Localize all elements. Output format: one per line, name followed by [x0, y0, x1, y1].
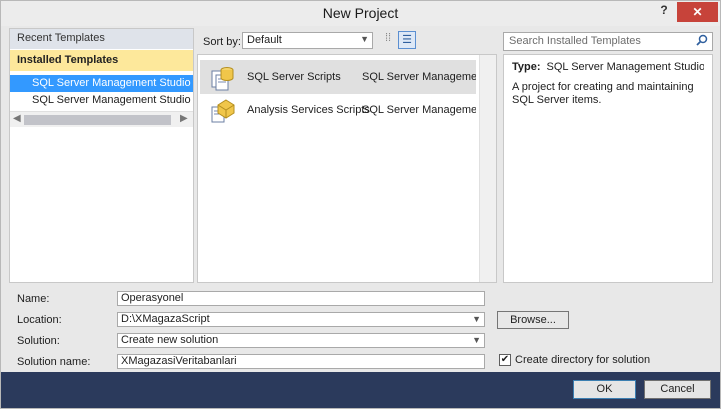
template-language: SQL Server Management Studio Projects [362, 104, 476, 116]
sql-scripts-icon [208, 64, 236, 92]
cancel-button[interactable]: Cancel [644, 380, 711, 399]
chevron-down-icon: ▼ [472, 335, 481, 345]
window-title: New Project [322, 5, 399, 21]
close-button[interactable]: ✕ [677, 2, 718, 22]
template-sql-server-scripts[interactable]: SQL Server Scripts SQL Server Management… [200, 60, 476, 94]
help-button[interactable]: ? [656, 3, 672, 21]
template-analysis-services-scripts[interactable]: Analysis Services Scripts SQL Server Man… [200, 93, 476, 127]
dialog-footer: OK Cancel [1, 372, 720, 408]
close-icon: ✕ [692, 5, 703, 19]
title-bar: New Project ? ✕ [1, 1, 720, 26]
type-label: Type: [512, 61, 541, 73]
solution-select[interactable]: Create new solution ▼ [117, 333, 485, 348]
template-language: SQL Server Management Studio Projects [362, 71, 476, 83]
location-label: Location: [17, 314, 62, 326]
name-value: Operasyonel [121, 292, 184, 304]
small-icons-view-icon[interactable]: ⁞⁞ [381, 32, 395, 48]
template-description: A project for creating and maintaining S… [512, 81, 694, 106]
tree-item-ssms-projects[interactable]: SQL Server Management Studio Projects [10, 75, 193, 92]
type-line: Type: SQL Server Management Studio Projec… [512, 61, 704, 73]
chevron-down-icon[interactable]: ▼ [472, 313, 481, 326]
browse-button[interactable]: Browse... [497, 311, 569, 329]
vertical-scrollbar[interactable] [479, 55, 496, 282]
scroll-left-icon[interactable]: ◀ [13, 113, 23, 124]
installed-templates-header[interactable]: Installed Templates [10, 50, 193, 71]
horizontal-scrollbar[interactable]: ◀ ▶ [10, 111, 193, 127]
template-tree: SQL Server Management Studio Projects SQ… [10, 75, 193, 109]
solution-value: Create new solution [121, 334, 219, 346]
scroll-right-icon[interactable]: ▶ [180, 113, 190, 124]
new-project-dialog: New Project ? ✕ Recent Templates Install… [0, 0, 721, 409]
recent-templates-header[interactable]: Recent Templates [10, 29, 193, 49]
template-name: Analysis Services Scripts [247, 104, 370, 116]
search-icon[interactable] [696, 34, 708, 49]
search-placeholder: Search Installed Templates [509, 35, 641, 47]
type-value: SQL Server Management Studio Projects [546, 61, 704, 73]
create-directory-checkbox[interactable]: ✔ [499, 354, 511, 366]
create-directory-label[interactable]: Create directory for solution [515, 354, 650, 366]
scroll-thumb[interactable] [24, 115, 171, 125]
search-input[interactable]: Search Installed Templates [503, 32, 713, 51]
solution-label: Solution: [17, 335, 60, 347]
sort-by-value: Default [247, 34, 282, 46]
solution-name-field[interactable]: XMagazasiVeritabanlari [117, 354, 485, 369]
checkmark-icon: ✔ [500, 354, 510, 365]
list-view-icon[interactable]: ☰ [398, 31, 416, 49]
template-list: SQL Server Scripts SQL Server Management… [197, 54, 497, 283]
chevron-down-icon: ▼ [360, 34, 369, 44]
template-name: SQL Server Scripts [247, 71, 341, 83]
sort-by-select[interactable]: Default ▼ [242, 32, 373, 49]
location-field[interactable]: D:\XMagazaScript ▼ [117, 312, 485, 327]
name-field[interactable]: Operasyonel [117, 291, 485, 306]
name-label: Name: [17, 293, 50, 305]
ok-button[interactable]: OK [573, 380, 636, 399]
template-details: Type: SQL Server Management Studio Projec… [503, 54, 713, 283]
solution-name-label: Solution name: [17, 356, 91, 368]
location-value: D:\XMagazaScript [121, 313, 210, 325]
solution-name-value: XMagazasiVeritabanlari [121, 355, 237, 367]
template-toolbar: Sort by: Default ▼ ⁞⁞ ☰ [197, 28, 497, 53]
tree-item-ssms-solutions[interactable]: SQL Server Management Studio Solutions [10, 92, 193, 109]
sort-by-label: Sort by: [203, 36, 241, 48]
template-tree-panel: Recent Templates Installed Templates SQL… [9, 28, 194, 283]
analysis-scripts-icon [208, 97, 236, 125]
